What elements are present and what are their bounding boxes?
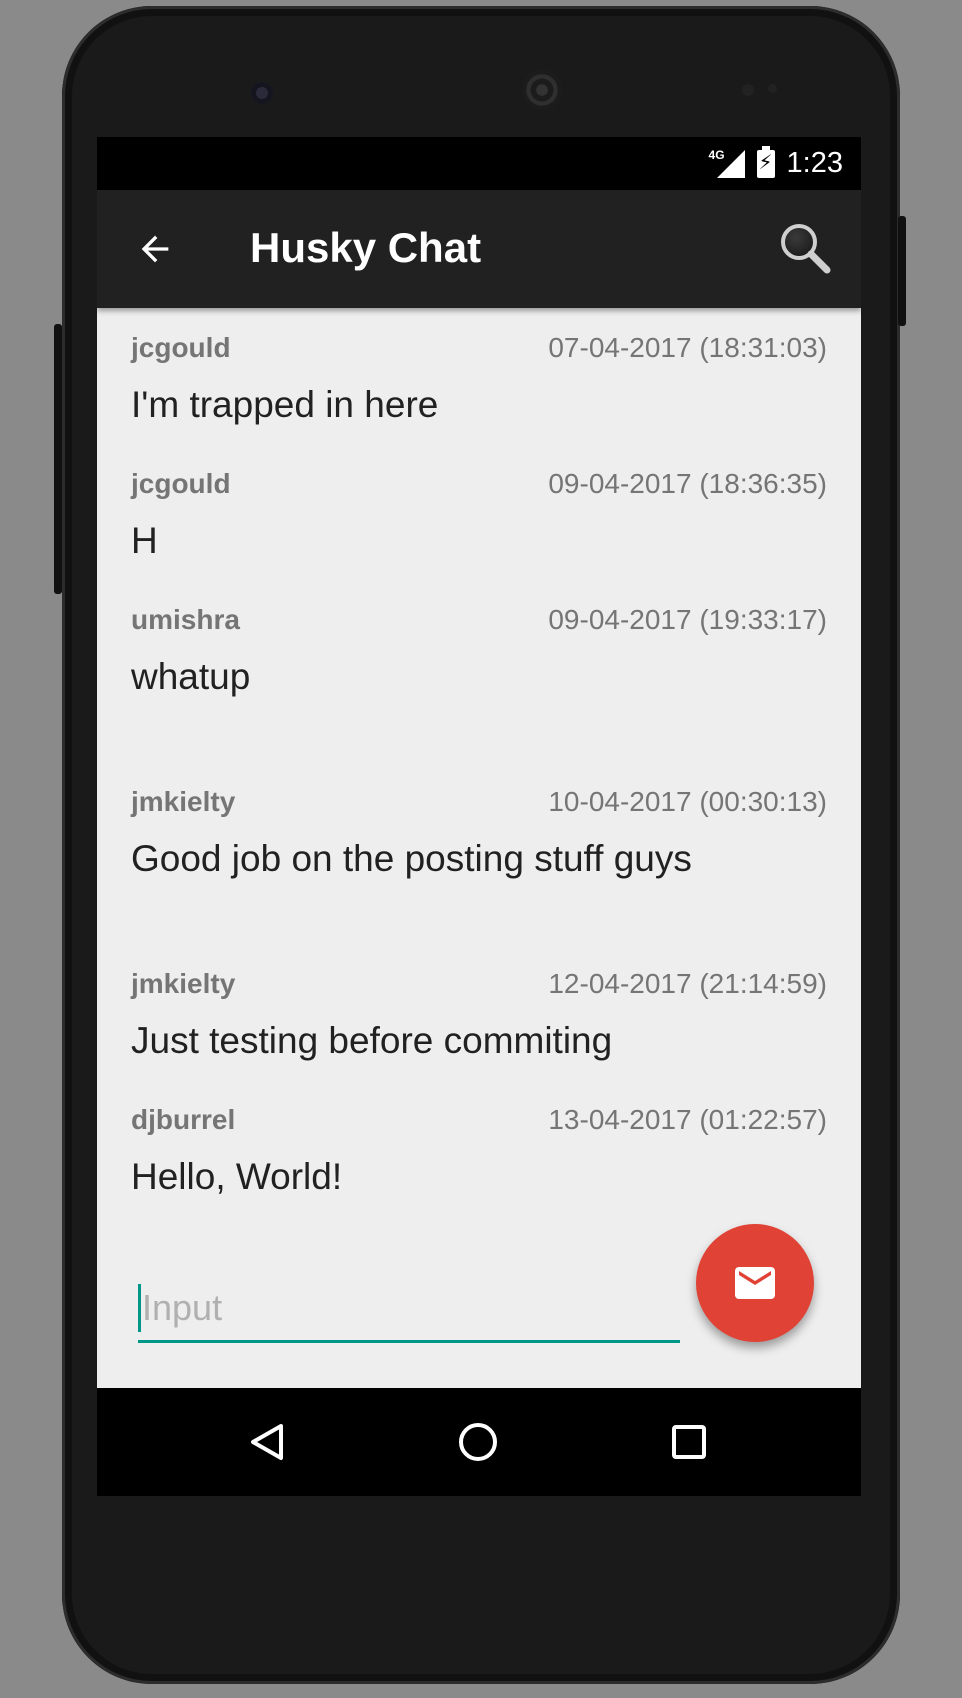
message-author: djburrel [131, 1104, 236, 1135]
volume-button [54, 324, 62, 594]
message-item: jmkielty 10-04-2017 (00:30:13) Good job … [131, 786, 827, 896]
message-author: jmkielty [131, 968, 236, 999]
message-author: jcgould [131, 468, 231, 499]
message-timestamp: 13-04-2017 (01:22:57) [548, 1104, 827, 1135]
message-author: umishra [131, 604, 240, 635]
proximity-sensor [742, 84, 754, 96]
navigation-bar [97, 1388, 861, 1496]
text-cursor [138, 1284, 141, 1332]
search-icon [781, 224, 831, 274]
message-item: djburrel 13-04-2017 (01:22:57) Hello, Wo… [131, 1104, 827, 1214]
message-text: Hello, World! [131, 1156, 343, 1197]
status-bar: 4G ⚡ 1:23 [97, 137, 861, 190]
message-item: umishra 09-04-2017 (19:33:17) whatup [131, 604, 827, 714]
message-timestamp: 09-04-2017 (18:36:35) [548, 468, 827, 499]
page-title: Husky Chat [250, 224, 482, 271]
message-item: jcgould 09-04-2017 (18:36:35) H [131, 468, 827, 578]
screen: 4G ⚡ 1:23 Husky Chat jcgould 07-04-2017 … [97, 137, 861, 1496]
nav-recents-icon [672, 1425, 706, 1459]
message-text: I'm trapped in here [131, 384, 439, 425]
app-bar: Husky Chat [97, 190, 861, 308]
mail-icon [735, 1267, 775, 1299]
message-item: jcgould 07-04-2017 (18:31:03) I'm trappe… [131, 332, 827, 442]
message-text: whatup [131, 656, 251, 697]
power-button [898, 216, 906, 326]
message-timestamp: 10-04-2017 (00:30:13) [548, 786, 827, 817]
nav-recents-button[interactable] [661, 1414, 717, 1470]
message-text: Good job on the posting stuff guys [131, 838, 692, 879]
arrow-back-icon [141, 235, 169, 263]
nav-back-button[interactable] [239, 1414, 295, 1470]
nav-back-icon [251, 1424, 283, 1460]
message-author: jmkielty [131, 786, 236, 817]
back-button[interactable] [133, 227, 177, 271]
message-text: H [131, 520, 158, 561]
message-author: jcgould [131, 332, 231, 363]
message-timestamp: 12-04-2017 (21:14:59) [548, 968, 827, 999]
nav-home-button[interactable] [450, 1414, 506, 1470]
signal-strength-icon [716, 149, 745, 178]
message-text: Just testing before commiting [131, 1020, 613, 1061]
message-input[interactable] [138, 1280, 680, 1343]
message-item: jmkielty 12-04-2017 (21:14:59) Just test… [131, 968, 827, 1078]
message-timestamp: 09-04-2017 (19:33:17) [548, 604, 827, 635]
front-camera [251, 82, 273, 104]
send-button[interactable] [696, 1224, 814, 1342]
signal-icon: 4G [709, 148, 745, 180]
battery-charging-icon: ⚡ [756, 145, 775, 178]
search-button[interactable] [777, 220, 833, 276]
light-sensor [768, 84, 777, 93]
status-time: 1:23 [786, 147, 843, 179]
earpiece-speaker [522, 70, 562, 110]
status-icons: 4G ⚡ 1:23 [709, 137, 843, 190]
message-timestamp: 07-04-2017 (18:31:03) [548, 332, 827, 363]
nav-home-icon [459, 1423, 497, 1461]
